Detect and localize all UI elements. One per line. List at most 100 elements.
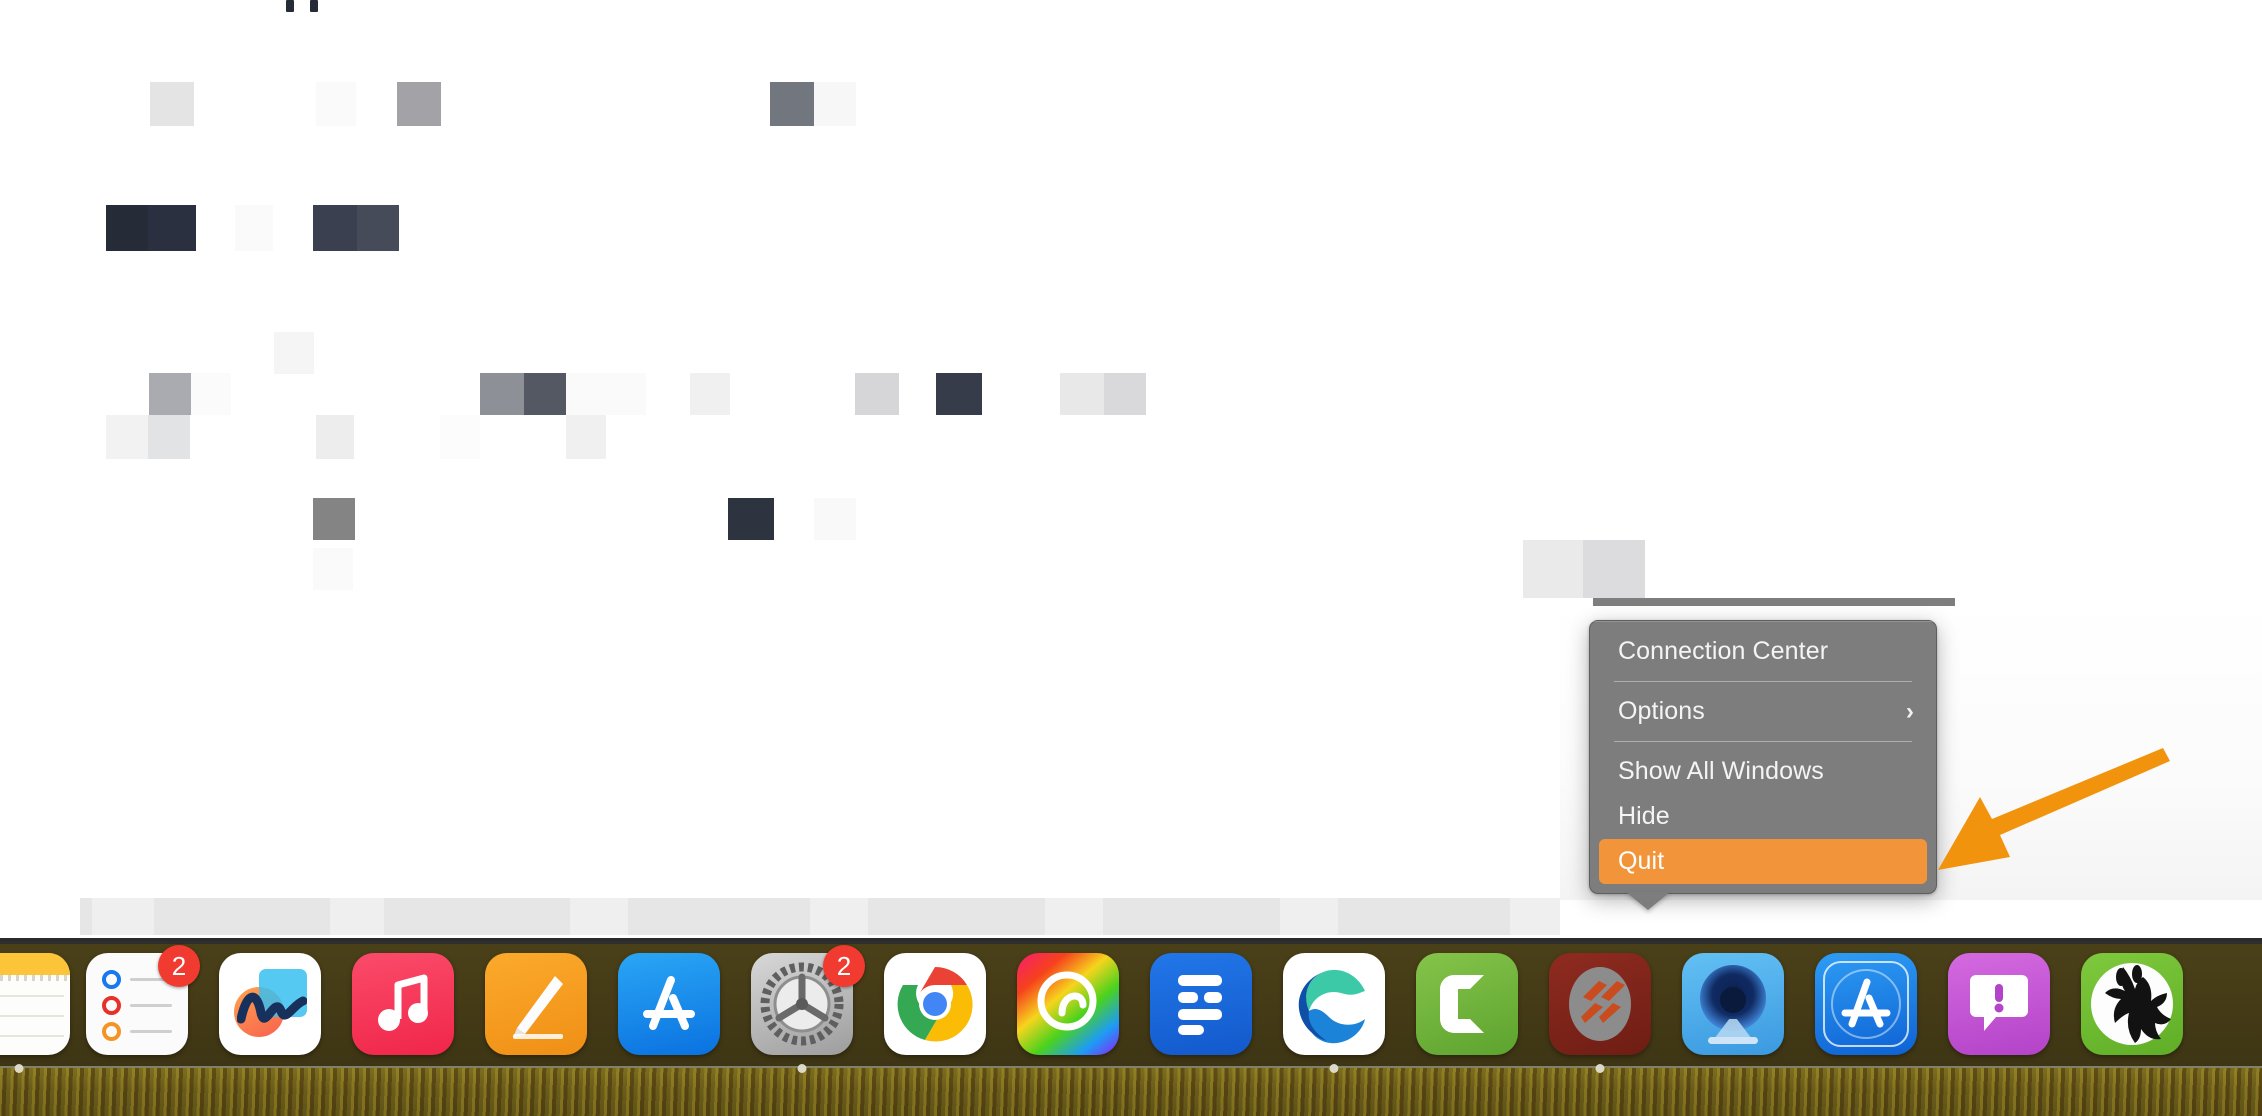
band-segment [330, 898, 384, 935]
notes-icon [0, 953, 70, 1055]
redacted-block [397, 82, 441, 126]
freeform-icon [219, 953, 321, 1055]
redacted-block [316, 82, 356, 126]
camtasia-icon [1416, 953, 1518, 1055]
dock-item-freeform[interactable] [219, 953, 321, 1055]
dock-running-indicator [797, 1064, 807, 1073]
notes-writing-icon [485, 953, 587, 1055]
redacted-block [770, 82, 814, 126]
dock-item-music[interactable] [352, 953, 454, 1055]
dock-item-blue-doc-app[interactable] [1150, 953, 1252, 1055]
redacted-block [313, 498, 355, 540]
redacted-block [814, 82, 856, 126]
dock-badge-reminders: 2 [158, 945, 200, 987]
dock-item-creative-cloud[interactable] [1017, 953, 1119, 1055]
dock-item-camtasia[interactable] [1416, 953, 1518, 1055]
redacted-block [566, 373, 646, 415]
frog-app-icon [2081, 953, 2183, 1055]
redacted-block [480, 373, 524, 415]
band-segment [570, 898, 628, 935]
redacted-block [191, 373, 231, 415]
dock-item-google-chrome[interactable] [884, 953, 986, 1055]
dock-item-microsoft-edge[interactable] [1283, 953, 1385, 1073]
remote-desktop-icon [1549, 953, 1651, 1055]
dock-item-notes-writing[interactable] [485, 953, 587, 1055]
desktop-wallpaper-grass [0, 1068, 2262, 1116]
redacted-block [1523, 540, 1583, 598]
dock-item-system-settings[interactable]: 2 [751, 945, 865, 1073]
context-menu-separator [1614, 681, 1912, 682]
music-icon [352, 953, 454, 1055]
redacted-block [690, 373, 730, 415]
blue-doc-app-icon [1150, 953, 1252, 1055]
redacted-block [313, 205, 357, 251]
redacted-block [316, 415, 354, 459]
redacted-block [149, 373, 191, 415]
dock-top-divider [0, 941, 2262, 944]
redacted-block [936, 373, 982, 415]
context-menu-item-options[interactable]: Options › [1590, 689, 1936, 734]
redacted-block [524, 373, 566, 415]
context-menu-item-show-all-windows[interactable]: Show All Windows [1590, 749, 1936, 794]
context-menu-item-hide[interactable]: Hide [1590, 794, 1936, 839]
context-menu-item-label: Hide [1618, 802, 1670, 830]
redacted-block [855, 373, 899, 415]
band-segment [810, 898, 868, 935]
redacted-block [106, 415, 148, 459]
dock-item-time-machine[interactable] [1682, 953, 1784, 1055]
redacted-block [1104, 373, 1146, 415]
redacted-block [148, 205, 196, 251]
xcode-icon [1815, 953, 1917, 1055]
desktop-screen: Connection Center Options › Show All Window… [0, 0, 2262, 1116]
redacted-block [1583, 540, 1645, 598]
redacted-block [148, 415, 190, 459]
dock-item-console[interactable] [1948, 953, 2050, 1055]
band-segment [1045, 898, 1103, 935]
dock-running-indicator [14, 1064, 24, 1073]
band-segment [1510, 898, 1560, 935]
dock-item-app-store[interactable] [618, 953, 720, 1055]
context-menu-item-connection-center[interactable]: Connection Center [1590, 629, 1936, 674]
app-store-icon [618, 953, 720, 1055]
creative-cloud-icon [1017, 953, 1119, 1055]
dock-item-xcode[interactable] [1815, 953, 1917, 1055]
context-menu-item-label: Connection Center [1618, 637, 1829, 665]
redacted-block [814, 498, 856, 540]
dock-item-remote-desktop[interactable] [1549, 953, 1651, 1073]
dock-app-context-menu[interactable]: Connection Center Options › Show All Window… [1589, 620, 1937, 910]
dock-item-notes[interactable] [0, 953, 70, 1073]
band-segment [92, 898, 154, 935]
dock-item-reminders[interactable]: 2 [86, 945, 200, 1055]
console-icon [1948, 953, 2050, 1055]
time-machine-icon [1682, 953, 1784, 1055]
redacted-block [728, 498, 774, 540]
context-menu-item-quit[interactable]: Quit [1599, 839, 1927, 884]
redacted-block [566, 415, 606, 459]
redacted-block [440, 415, 480, 459]
dock-running-indicator [1329, 1064, 1339, 1073]
redacted-block [235, 205, 273, 251]
top-tick-mark-left [286, 0, 294, 12]
redacted-block [313, 548, 353, 590]
document-bottom-band [80, 898, 1560, 935]
redacted-block [357, 205, 399, 251]
context-menu-item-label: Quit [1618, 847, 1665, 875]
dock-badge-system-settings: 2 [823, 945, 865, 987]
context-menu-tail [1626, 892, 1670, 910]
microsoft-edge-icon [1283, 953, 1385, 1055]
redacted-block [1060, 373, 1104, 415]
redacted-block [274, 332, 314, 374]
band-segment [1280, 898, 1338, 935]
gray-toolbar-strip [1593, 598, 1955, 606]
redacted-block [106, 205, 148, 251]
redacted-block [150, 82, 194, 126]
chevron-right-icon: › [1905, 697, 1914, 725]
dock-item-frog-app[interactable] [2081, 953, 2183, 1055]
top-tick-mark-right [310, 0, 318, 12]
context-menu-separator [1614, 741, 1912, 742]
dock-region: 2 2 [0, 935, 2262, 1116]
context-menu-item-label: Show All Windows [1618, 757, 1824, 785]
context-menu-item-label: Options [1618, 697, 1705, 725]
google-chrome-icon [884, 953, 986, 1055]
dock-bar[interactable]: 2 2 [0, 938, 2262, 1073]
